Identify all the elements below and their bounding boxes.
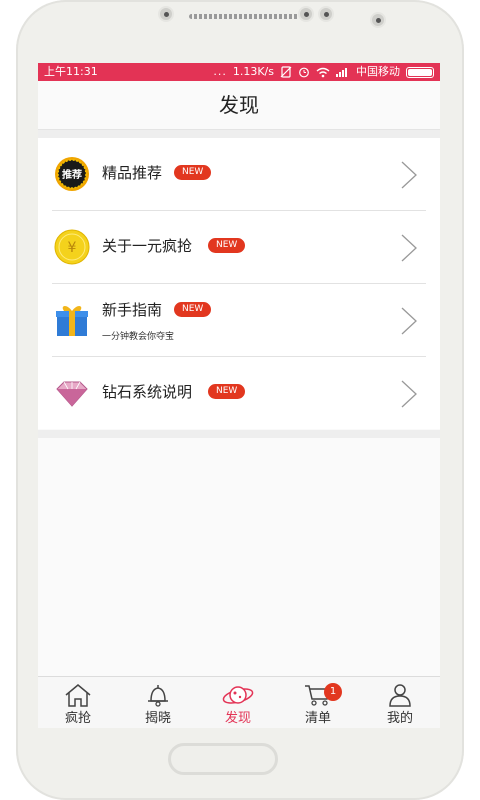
chevron-right-icon [401,380,417,408]
tab-label: 揭晓 [144,711,171,726]
item-subtitle: 一分钟教会你夺宝 [102,332,175,342]
earpiece-speaker [189,14,299,19]
notification-dots: ... [213,65,227,78]
new-badge: NEW [208,238,246,253]
tab-discover[interactable]: 发现 [198,677,278,728]
chevron-right-icon [401,307,417,335]
discover-list: 推荐 精品推荐 NEW ¥ 关于一元疯抢 NEW 新手指南 NEW 一分钟教会你… [38,138,440,429]
status-right: ... 1.13K/s 中国移动 [213,63,434,81]
bottom-tab-bar: 疯抢 揭晓 发现 清单 1 我的 [38,676,440,728]
status-bar: 上午11:31 ... 1.13K/s 中国移动 [38,63,440,81]
new-badge: NEW [174,302,212,317]
network-speed: 1.13K/s [232,65,274,78]
person-icon [389,684,411,707]
front-sensor [158,6,174,22]
list-item-diamond[interactable]: 钻石系统说明 NEW [52,357,426,429]
chevron-right-icon [401,161,417,189]
signal-icon [336,68,347,77]
list-item-recommend[interactable]: 推荐 精品推荐 NEW [52,138,426,211]
new-badge: NEW [208,384,246,399]
alarm-icon [299,67,309,78]
yuan-coin-icon: ¥ [54,229,90,265]
list-item-about[interactable]: ¥ 关于一元疯抢 NEW [52,211,426,284]
no-sim-icon [280,66,292,78]
tab-label: 发现 [224,711,251,726]
proximity-sensor [370,12,386,28]
recommend-seal-icon: 推荐 [55,157,89,191]
tab-label: 清单 [304,711,331,726]
section-divider [38,430,440,438]
item-title: 钻石系统说明 [102,383,193,401]
front-sensor-2 [318,6,334,22]
tab-profile[interactable]: 我的 [360,677,440,728]
list-item-guide[interactable]: 新手指南 NEW 一分钟教会你夺宝 [52,284,426,357]
home-icon [65,684,91,707]
new-badge: NEW [174,165,212,180]
coin-symbol: ¥ [68,240,77,256]
battery-icon [406,66,434,78]
page-title: 发现 [38,81,440,130]
status-time: 上午11:31 [44,65,98,78]
carrier-name: 中国移动 [356,65,400,78]
tab-label: 我的 [386,711,413,726]
tab-reveal[interactable]: 揭晓 [118,677,198,728]
app-screen: 上午11:31 ... 1.13K/s 中国移动 发现 推荐 精品推荐 NEW … [38,63,440,728]
tab-home[interactable]: 疯抢 [38,677,118,728]
section-divider [38,130,440,138]
front-camera [298,6,314,22]
cart-count-badge: 1 [324,683,342,701]
item-title: 精品推荐 [102,164,163,182]
bell-icon [148,685,168,707]
diamond-icon [56,381,88,407]
wifi-icon [316,67,330,77]
planet-icon [222,686,254,704]
home-hardware-button[interactable] [168,743,278,775]
item-title: 关于一元疯抢 [102,237,193,255]
gift-box-icon [56,306,88,336]
item-title: 新手指南 [102,301,163,319]
tab-label: 疯抢 [64,711,91,726]
seal-text: 推荐 [62,168,82,181]
chevron-right-icon [401,234,417,262]
tab-cart[interactable]: 清单 1 [278,677,358,728]
